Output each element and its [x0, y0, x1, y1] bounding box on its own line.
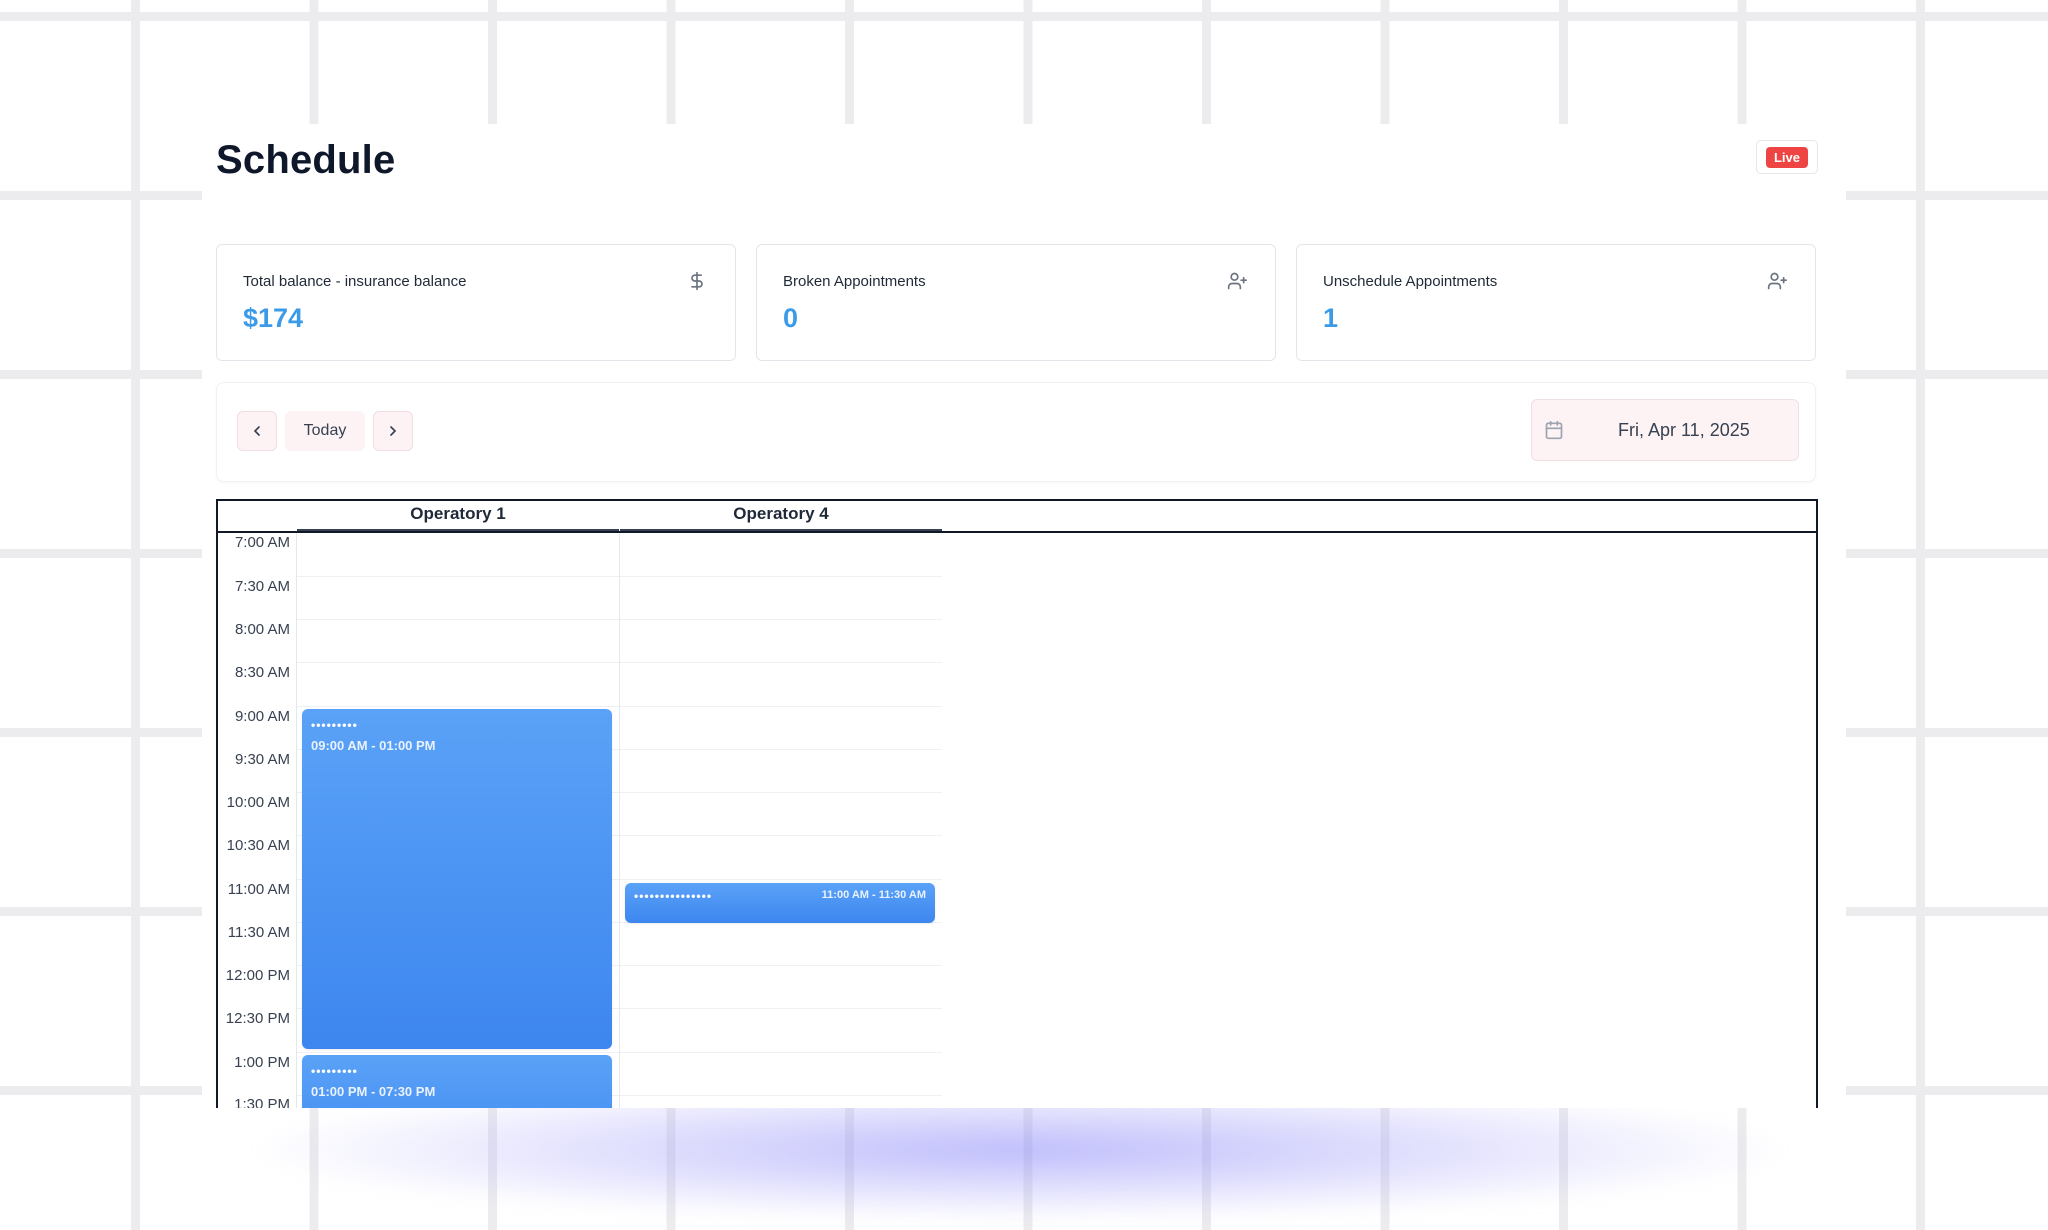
- operatory-4-column[interactable]: ••••••••••••••• 11:00 AM - 11:30 AM: [620, 533, 942, 1108]
- appointment-time: 09:00 AM - 01:00 PM: [311, 738, 436, 753]
- calendar-icon: [1545, 420, 1563, 440]
- appointment-patient: •••••••••: [311, 718, 358, 732]
- appointment-card[interactable]: ••••••••• 09:00 AM - 01:00 PM: [302, 709, 612, 1049]
- slot-divider: [620, 965, 942, 966]
- slot-divider: [620, 1052, 942, 1053]
- time-label: 10:30 AM: [226, 837, 290, 854]
- appointment-card[interactable]: ••••••••••••••• 11:00 AM - 11:30 AM: [625, 883, 935, 923]
- stat-card-broken: Broken Appointments 0: [756, 244, 1276, 361]
- slot-divider: [297, 576, 619, 577]
- appointment-card[interactable]: ••••••••• 01:00 PM - 07:30 PM: [302, 1055, 612, 1108]
- selected-date: Fri, Apr 11, 2025: [1618, 420, 1750, 440]
- appointment-patient: •••••••••: [311, 1064, 358, 1078]
- chevron-left-icon: [253, 426, 260, 436]
- stat-label: Total balance - insurance balance: [243, 273, 467, 290]
- today-button[interactable]: Today: [285, 411, 365, 451]
- stat-card-balance: Total balance - insurance balance $174: [216, 244, 736, 361]
- time-label: 9:00 AM: [234, 708, 290, 725]
- appointment-patient: •••••••••••••••: [634, 889, 713, 903]
- time-label: 7:30 AM: [234, 578, 290, 595]
- slot-divider: [620, 792, 942, 793]
- time-label: 9:30 AM: [234, 751, 290, 768]
- slot-divider: [620, 1095, 942, 1096]
- slot-divider: [297, 1052, 619, 1053]
- slot-divider: [297, 706, 619, 707]
- time-gutter: 7:00 AM 7:30 AM 8:00 AM 8:30 AM 9:00 AM …: [218, 533, 297, 1108]
- time-label: 12:30 PM: [225, 1010, 290, 1027]
- stat-label: Broken Appointments: [783, 273, 926, 290]
- time-label: 11:00 AM: [227, 881, 290, 898]
- stat-label: Unschedule Appointments: [1323, 273, 1498, 290]
- stat-card-unscheduled: Unschedule Appointments 1: [1296, 244, 1816, 361]
- prev-day-button[interactable]: [237, 411, 277, 451]
- slot-divider: [620, 706, 942, 707]
- column-header-operatory-4: Operatory 4: [620, 501, 942, 531]
- live-badge: Live: [1765, 146, 1808, 168]
- appointment-time: 11:00 AM - 11:30 AM: [821, 889, 926, 901]
- slot-divider: [297, 662, 619, 663]
- slot-divider: [620, 662, 942, 663]
- slot-divider: [620, 576, 942, 577]
- live-indicator: Live: [1756, 140, 1818, 174]
- time-label: 10:00 AM: [226, 794, 290, 811]
- calendar-toolbar: Today Fri, Apr 11, 2025: [216, 382, 1816, 482]
- stat-value: 1: [1323, 303, 1339, 333]
- time-label: 1:30 PM: [234, 1096, 290, 1108]
- slot-divider: [620, 835, 942, 836]
- time-label: 11:30 AM: [227, 924, 290, 941]
- stat-value: 0: [783, 303, 799, 333]
- user-plus-icon: [1227, 272, 1247, 290]
- day-calendar: Operatory 1 Operatory 4 7:00 AM 7:30 AM …: [216, 499, 1818, 1108]
- time-label: 8:30 AM: [234, 664, 290, 681]
- next-day-button[interactable]: [373, 411, 413, 451]
- column-header-operatory-1: Operatory 1: [297, 501, 619, 531]
- chevron-right-icon: [390, 426, 397, 436]
- appointment-time: 01:00 PM - 07:30 PM: [311, 1084, 436, 1099]
- schedule-panel: Schedule Live Total balance - insurance …: [202, 124, 1846, 1108]
- dollar-icon: [691, 271, 703, 291]
- operatory-1-column[interactable]: ••••••••• 09:00 AM - 01:00 PM ••••••••• …: [297, 533, 620, 1108]
- time-label: 8:00 AM: [234, 621, 290, 638]
- page-title: Schedule: [216, 138, 396, 182]
- date-picker[interactable]: Fri, Apr 11, 2025: [1531, 399, 1799, 461]
- slot-divider: [297, 619, 619, 620]
- time-label: 1:00 PM: [234, 1054, 290, 1071]
- stat-value: $174: [243, 303, 304, 333]
- slot-divider: [620, 619, 942, 620]
- slot-divider: [620, 749, 942, 750]
- time-label: 7:00 AM: [234, 534, 290, 551]
- slot-divider: [620, 1008, 942, 1009]
- user-plus-icon: [1767, 272, 1787, 290]
- time-label: 12:00 PM: [225, 967, 290, 984]
- slot-divider: [620, 879, 942, 880]
